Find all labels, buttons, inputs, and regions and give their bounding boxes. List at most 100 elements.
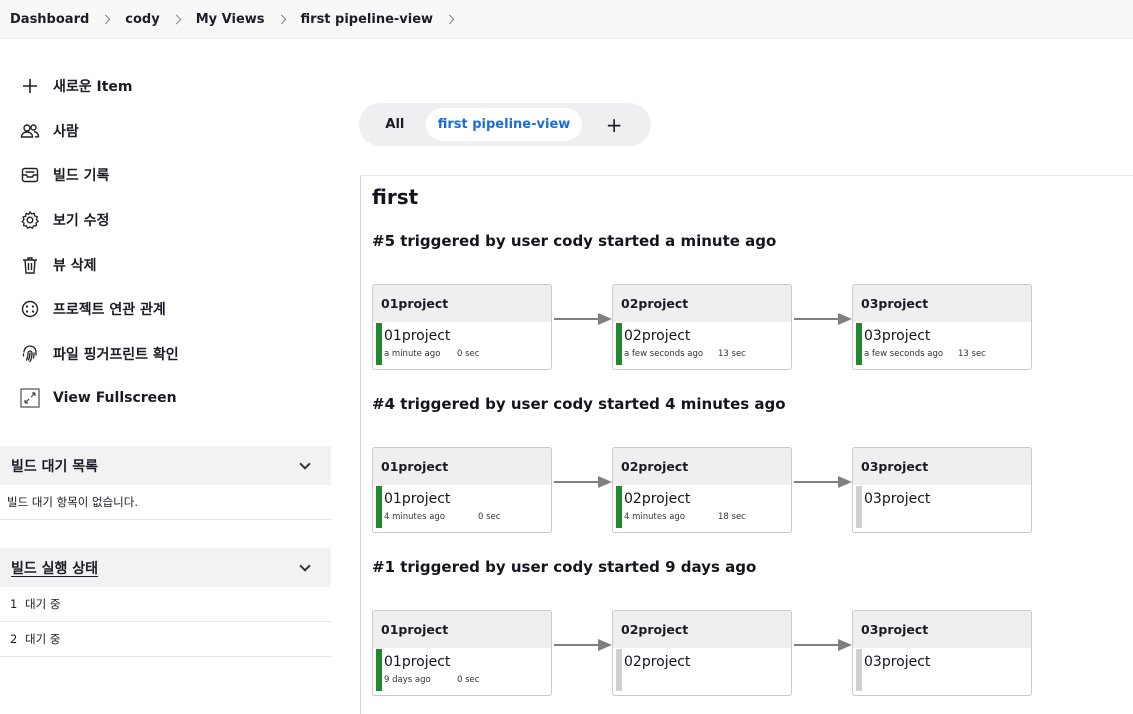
add-view-button[interactable]: +: [582, 108, 646, 141]
stage-header: 02project: [613, 285, 791, 322]
executor-status: 대기 중: [25, 632, 61, 646]
inbox-icon: [21, 168, 39, 183]
stage-card: 03project 03project: [852, 447, 1032, 533]
people-icon: [20, 124, 40, 138]
stage-body: 02project: [613, 648, 791, 695]
task-project-relationship[interactable]: 프로젝트 연관 관계: [0, 287, 331, 332]
arrow-right-icon: [554, 639, 612, 651]
stage-card: 02project 02project: [612, 610, 792, 696]
status-bar: [616, 323, 622, 365]
chevron-right-icon[interactable]: [100, 14, 111, 24]
relation-icon: [21, 301, 39, 318]
task-build-history[interactable]: 빌드 기록: [0, 153, 331, 198]
build-duration: 0 sec: [478, 512, 501, 522]
stage-header: 02project: [613, 611, 791, 648]
stage-body: 01project 4 minutes ago 0 sec: [373, 485, 551, 532]
trash-icon: [23, 256, 37, 274]
chevron-right-icon[interactable]: [171, 14, 182, 24]
build-duration: 0 sec: [457, 675, 480, 685]
build-time: 4 minutes ago: [624, 512, 686, 522]
status-bar: [376, 486, 382, 528]
task-label: 파일 핑거프린트 확인: [53, 346, 179, 363]
build-duration: 13 sec: [958, 349, 986, 359]
build-duration: 13 sec: [718, 349, 746, 359]
job-link[interactable]: 02project: [624, 328, 690, 344]
task-new-item[interactable]: 새로운 Item: [0, 64, 331, 109]
chevron-down-icon[interactable]: [299, 457, 311, 470]
view-tabs: All first pipeline-view +: [359, 103, 651, 146]
task-label: 보기 수정: [53, 213, 110, 230]
build-heading[interactable]: #4 triggered by user cody started 4 minu…: [372, 395, 786, 413]
stage-body: 02project 4 minutes ago 18 sec: [613, 485, 791, 532]
gear-icon: [21, 211, 39, 229]
task-label: 빌드 기록: [53, 168, 110, 185]
executor-row: 2 대기 중: [0, 622, 331, 657]
build-duration: 18 sec: [718, 512, 746, 522]
build-queue-empty: 빌드 대기 항목이 없습니다.: [0, 485, 331, 520]
stage-body: 03project: [853, 648, 1031, 695]
stage-body: 01project a minute ago 0 sec: [373, 322, 551, 369]
stage-card: 03project 03project a few seconds ago 13 se…: [852, 284, 1032, 370]
task-delete-view[interactable]: 뷰 삭제: [0, 242, 331, 287]
stage-card: 01project 01project 4 minutes ago 0 sec: [372, 447, 552, 533]
plus-icon: [23, 79, 37, 94]
pipeline-view: first #5 triggered by user cody started …: [360, 175, 1133, 714]
breadcrumb-my-views[interactable]: My Views: [196, 12, 265, 27]
job-link[interactable]: 01project: [384, 654, 450, 670]
status-bar: [376, 323, 382, 365]
executor-number: 1: [10, 597, 18, 611]
build-heading[interactable]: #5 triggered by user cody started a minu…: [372, 232, 776, 250]
breadcrumb-dashboard[interactable]: Dashboard: [10, 12, 89, 27]
job-link[interactable]: 03project: [864, 328, 930, 344]
task-label: View Fullscreen: [53, 390, 177, 407]
chevron-down-icon[interactable]: [299, 559, 311, 572]
executor-row: 1 대기 중: [0, 587, 331, 622]
status-bar: [376, 649, 382, 691]
status-bar: [616, 649, 622, 691]
stage-card: 03project 03project: [852, 610, 1032, 696]
stage-header: 01project: [373, 448, 551, 485]
job-link[interactable]: 02project: [624, 491, 690, 507]
stage-body: 01project 9 days ago 0 sec: [373, 648, 551, 695]
task-view-fullscreen[interactable]: View Fullscreen: [0, 376, 331, 421]
fullscreen-icon: [20, 388, 40, 409]
executor-number: 2: [10, 632, 18, 646]
build-queue-header[interactable]: 빌드 대기 목록: [0, 446, 331, 485]
job-link[interactable]: 02project: [624, 654, 690, 670]
executors-header[interactable]: 빌드 실행 상태: [0, 548, 331, 587]
tab-all[interactable]: All: [364, 108, 426, 141]
job-link[interactable]: 03project: [864, 491, 930, 507]
stage-body: 03project a few seconds ago 13 sec: [853, 322, 1031, 369]
executor-status: 대기 중: [25, 597, 61, 611]
chevron-right-icon[interactable]: [444, 14, 455, 24]
breadcrumb-current-view[interactable]: first pipeline-view: [301, 12, 434, 27]
stage-header: 01project: [373, 285, 551, 322]
stage-body: 03project: [853, 485, 1031, 532]
stage-header: 03project: [853, 448, 1031, 485]
task-people[interactable]: 사람: [0, 109, 331, 154]
job-link[interactable]: 01project: [384, 328, 450, 344]
tab-first-pipeline-view[interactable]: first pipeline-view: [425, 108, 583, 141]
executors-title[interactable]: 빌드 실행 상태: [11, 558, 98, 578]
task-edit-view[interactable]: 보기 수정: [0, 198, 331, 243]
job-link[interactable]: 01project: [384, 491, 450, 507]
stage-header: 03project: [853, 285, 1031, 322]
task-label: 사람: [53, 123, 79, 140]
status-bar: [856, 649, 862, 691]
stage-body: 02project a few seconds ago 13 sec: [613, 322, 791, 369]
build-time: 4 minutes ago: [384, 512, 446, 522]
job-link[interactable]: 03project: [864, 654, 930, 670]
arrow-right-icon: [554, 476, 612, 488]
build-heading[interactable]: #1 triggered by user cody started 9 days…: [372, 558, 756, 576]
build-duration: 0 sec: [457, 349, 480, 359]
breadcrumb-user[interactable]: cody: [125, 12, 159, 27]
task-fingerprint[interactable]: 파일 핑거프린트 확인: [0, 332, 331, 377]
chevron-right-icon[interactable]: [276, 14, 286, 24]
stage-card: 01project 01project 9 days ago 0 sec: [372, 610, 552, 696]
status-bar: [856, 323, 862, 365]
build-time: a minute ago: [384, 349, 441, 359]
stage-card: 02project 02project a few seconds ago 13 se…: [612, 284, 792, 370]
stage-card: 01project 01project a minute ago 0 sec: [372, 284, 552, 370]
arrow-right-icon: [794, 313, 852, 325]
stage-header: 01project: [373, 611, 551, 648]
